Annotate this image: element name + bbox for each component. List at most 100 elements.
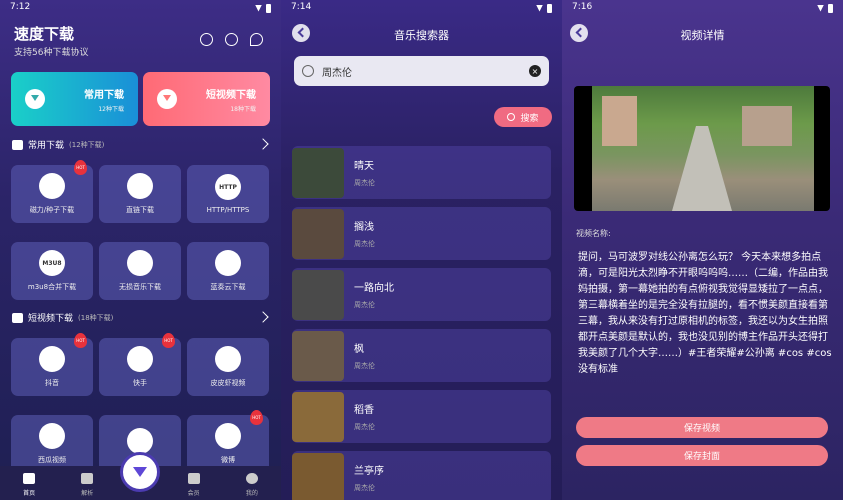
song-artist: 周杰伦	[354, 301, 375, 309]
song-item[interactable]: 稻香 周杰伦	[292, 390, 551, 443]
battery-icon	[828, 3, 833, 13]
tile-label: 磁力/种子下载	[29, 206, 75, 214]
cup-icon	[39, 173, 65, 199]
video-icon	[187, 473, 200, 484]
battery-icon	[547, 3, 552, 13]
douyin-icon	[39, 346, 65, 372]
common-download-button[interactable]: 常用下载 12种下载	[11, 72, 138, 126]
tile-label: 微博	[221, 456, 235, 464]
tile-label: 蓝奏云下载	[210, 283, 246, 291]
download-icon	[25, 89, 45, 109]
song-artist: 周杰伦	[354, 484, 375, 492]
home-screen: 7:12 速度下载 支持56种下载协议 常用下载 12种下载 短视频下载 18种下载…	[0, 0, 281, 500]
tile-music[interactable]: 无损音乐下载	[99, 242, 181, 300]
search-icon[interactable]	[250, 33, 263, 46]
song-title: 搁浅	[354, 222, 374, 233]
common-download-title: 常用下载	[84, 89, 124, 101]
save-video-button[interactable]: 保存视频	[576, 417, 828, 438]
nav-home[interactable]: 首页	[4, 473, 54, 497]
settings-icon[interactable]	[200, 33, 213, 46]
search-input[interactable]: 周杰伦 ×	[294, 56, 549, 86]
tile-douyin[interactable]: 抖音 HOT	[11, 333, 93, 396]
tile-link[interactable]: 直链下载	[99, 165, 181, 223]
nav-label: 我的	[245, 490, 258, 497]
song-item[interactable]: 一路向北 周杰伦	[292, 268, 551, 321]
nav-label: 首页	[23, 490, 36, 497]
search-query[interactable]: 周杰伦	[322, 64, 352, 79]
download-icon	[157, 89, 177, 109]
section-title: 短视频下载	[28, 314, 74, 324]
search-button-label: 搜索	[520, 113, 539, 124]
song-title: 一路向北	[354, 283, 394, 294]
thumbs-up-icon	[12, 139, 23, 150]
hot-badge: HOT	[162, 333, 175, 348]
video-player[interactable]	[574, 86, 830, 211]
hot-badge: HOT	[74, 160, 87, 175]
common-download-count: 12种下载	[98, 105, 124, 113]
status-time: 7:14	[291, 2, 312, 12]
user-icon	[245, 473, 258, 484]
home-icon	[23, 473, 36, 484]
chevron-right-icon[interactable]	[257, 311, 269, 323]
short-video-download-count: 18种下载	[230, 105, 256, 113]
help-icon[interactable]	[225, 33, 238, 46]
app-subtitle: 支持56种下载协议	[14, 48, 89, 58]
tile-xigua[interactable]: 西瓜视频	[11, 415, 93, 473]
hot-badge: HOT	[74, 333, 87, 348]
nav-label: 会员	[187, 490, 200, 497]
tile-play[interactable]: 皮皮虾视频	[187, 338, 269, 396]
status-bar: 7:16	[562, 0, 843, 16]
song-item[interactable]: 枫周杰伦	[292, 329, 551, 382]
nav-label: 解析	[81, 490, 94, 497]
wifi-icon	[536, 4, 543, 12]
xigua-icon	[39, 423, 65, 449]
short-video-download-title: 短视频下载	[206, 89, 256, 101]
album-cover	[292, 208, 344, 259]
song-item[interactable]: 搁浅 周杰伦	[292, 207, 551, 260]
play-icon	[215, 346, 241, 372]
save-cover-button[interactable]: 保存封面	[576, 445, 828, 466]
tile-m3u8[interactable]: M3U8 m3u8合并下载	[11, 242, 93, 300]
status-bar: 7:14	[281, 0, 562, 16]
page-title: 音乐搜索器	[394, 29, 449, 42]
download-fab[interactable]	[120, 452, 160, 492]
page-title: 视频详情	[680, 29, 725, 42]
video-description: 提问，马可波罗对线公孙离怎么玩？ 今天本来想多拍点滴，可是阳光太烈睁不开眼呜呜呜…	[578, 252, 832, 375]
tile-label: 皮皮虾视频	[210, 379, 246, 387]
status-time: 7:12	[10, 2, 31, 12]
album-cover	[292, 452, 344, 500]
m3u8-icon: M3U8	[39, 250, 65, 276]
section-header-common: 常用下载 (12种下载)	[12, 138, 104, 151]
chevron-right-icon[interactable]	[257, 138, 269, 150]
music-search-screen: 7:14 音乐搜索器 周杰伦 × 搜索 晴天 周杰伦 搁浅 周杰伦 一路向北 周杰伦枫周杰伦…	[281, 0, 562, 500]
status-bar: 7:12	[0, 0, 281, 16]
tile-weibo[interactable]: 微博 HOT	[187, 410, 269, 473]
tile-cloud[interactable]: 蓝奏云下载	[187, 242, 269, 300]
nav-mine[interactable]: 我的	[227, 473, 277, 497]
tile-http[interactable]: HTTP HTTP/HTTPS	[187, 165, 269, 223]
song-artist: 周杰伦	[354, 362, 375, 370]
cloud-icon	[215, 250, 241, 276]
short-video-download-button[interactable]: 短视频下载 18种下载	[143, 72, 270, 126]
album-cover	[292, 147, 344, 198]
nav-parse[interactable]: 解析	[62, 473, 112, 497]
section-count: (18种下载)	[78, 313, 114, 322]
clear-icon[interactable]: ×	[529, 65, 541, 77]
song-item[interactable]: 晴天 周杰伦	[292, 146, 551, 199]
hot-badge: HOT	[250, 410, 263, 425]
tile-cup[interactable]: 磁力/种子下载 HOT	[11, 160, 93, 223]
tile-label: m3u8合并下载	[27, 283, 77, 291]
nav-member[interactable]: 会员	[169, 473, 219, 497]
tile-label: 无损音乐下载	[119, 283, 161, 291]
section-count: (12种下载)	[69, 140, 105, 149]
song-artist: 周杰伦	[354, 423, 375, 431]
battery-icon	[266, 3, 271, 13]
search-button[interactable]: 搜索	[494, 107, 552, 127]
search-icon	[302, 65, 314, 77]
tile-kuaishou[interactable]: 快手 HOT	[99, 333, 181, 396]
song-title: 晴天	[354, 161, 374, 172]
song-item[interactable]: 兰亭序 周杰伦	[292, 451, 551, 500]
section-title: 常用下载	[28, 141, 65, 151]
song-title: 枫	[354, 344, 364, 355]
album-cover	[292, 269, 344, 320]
